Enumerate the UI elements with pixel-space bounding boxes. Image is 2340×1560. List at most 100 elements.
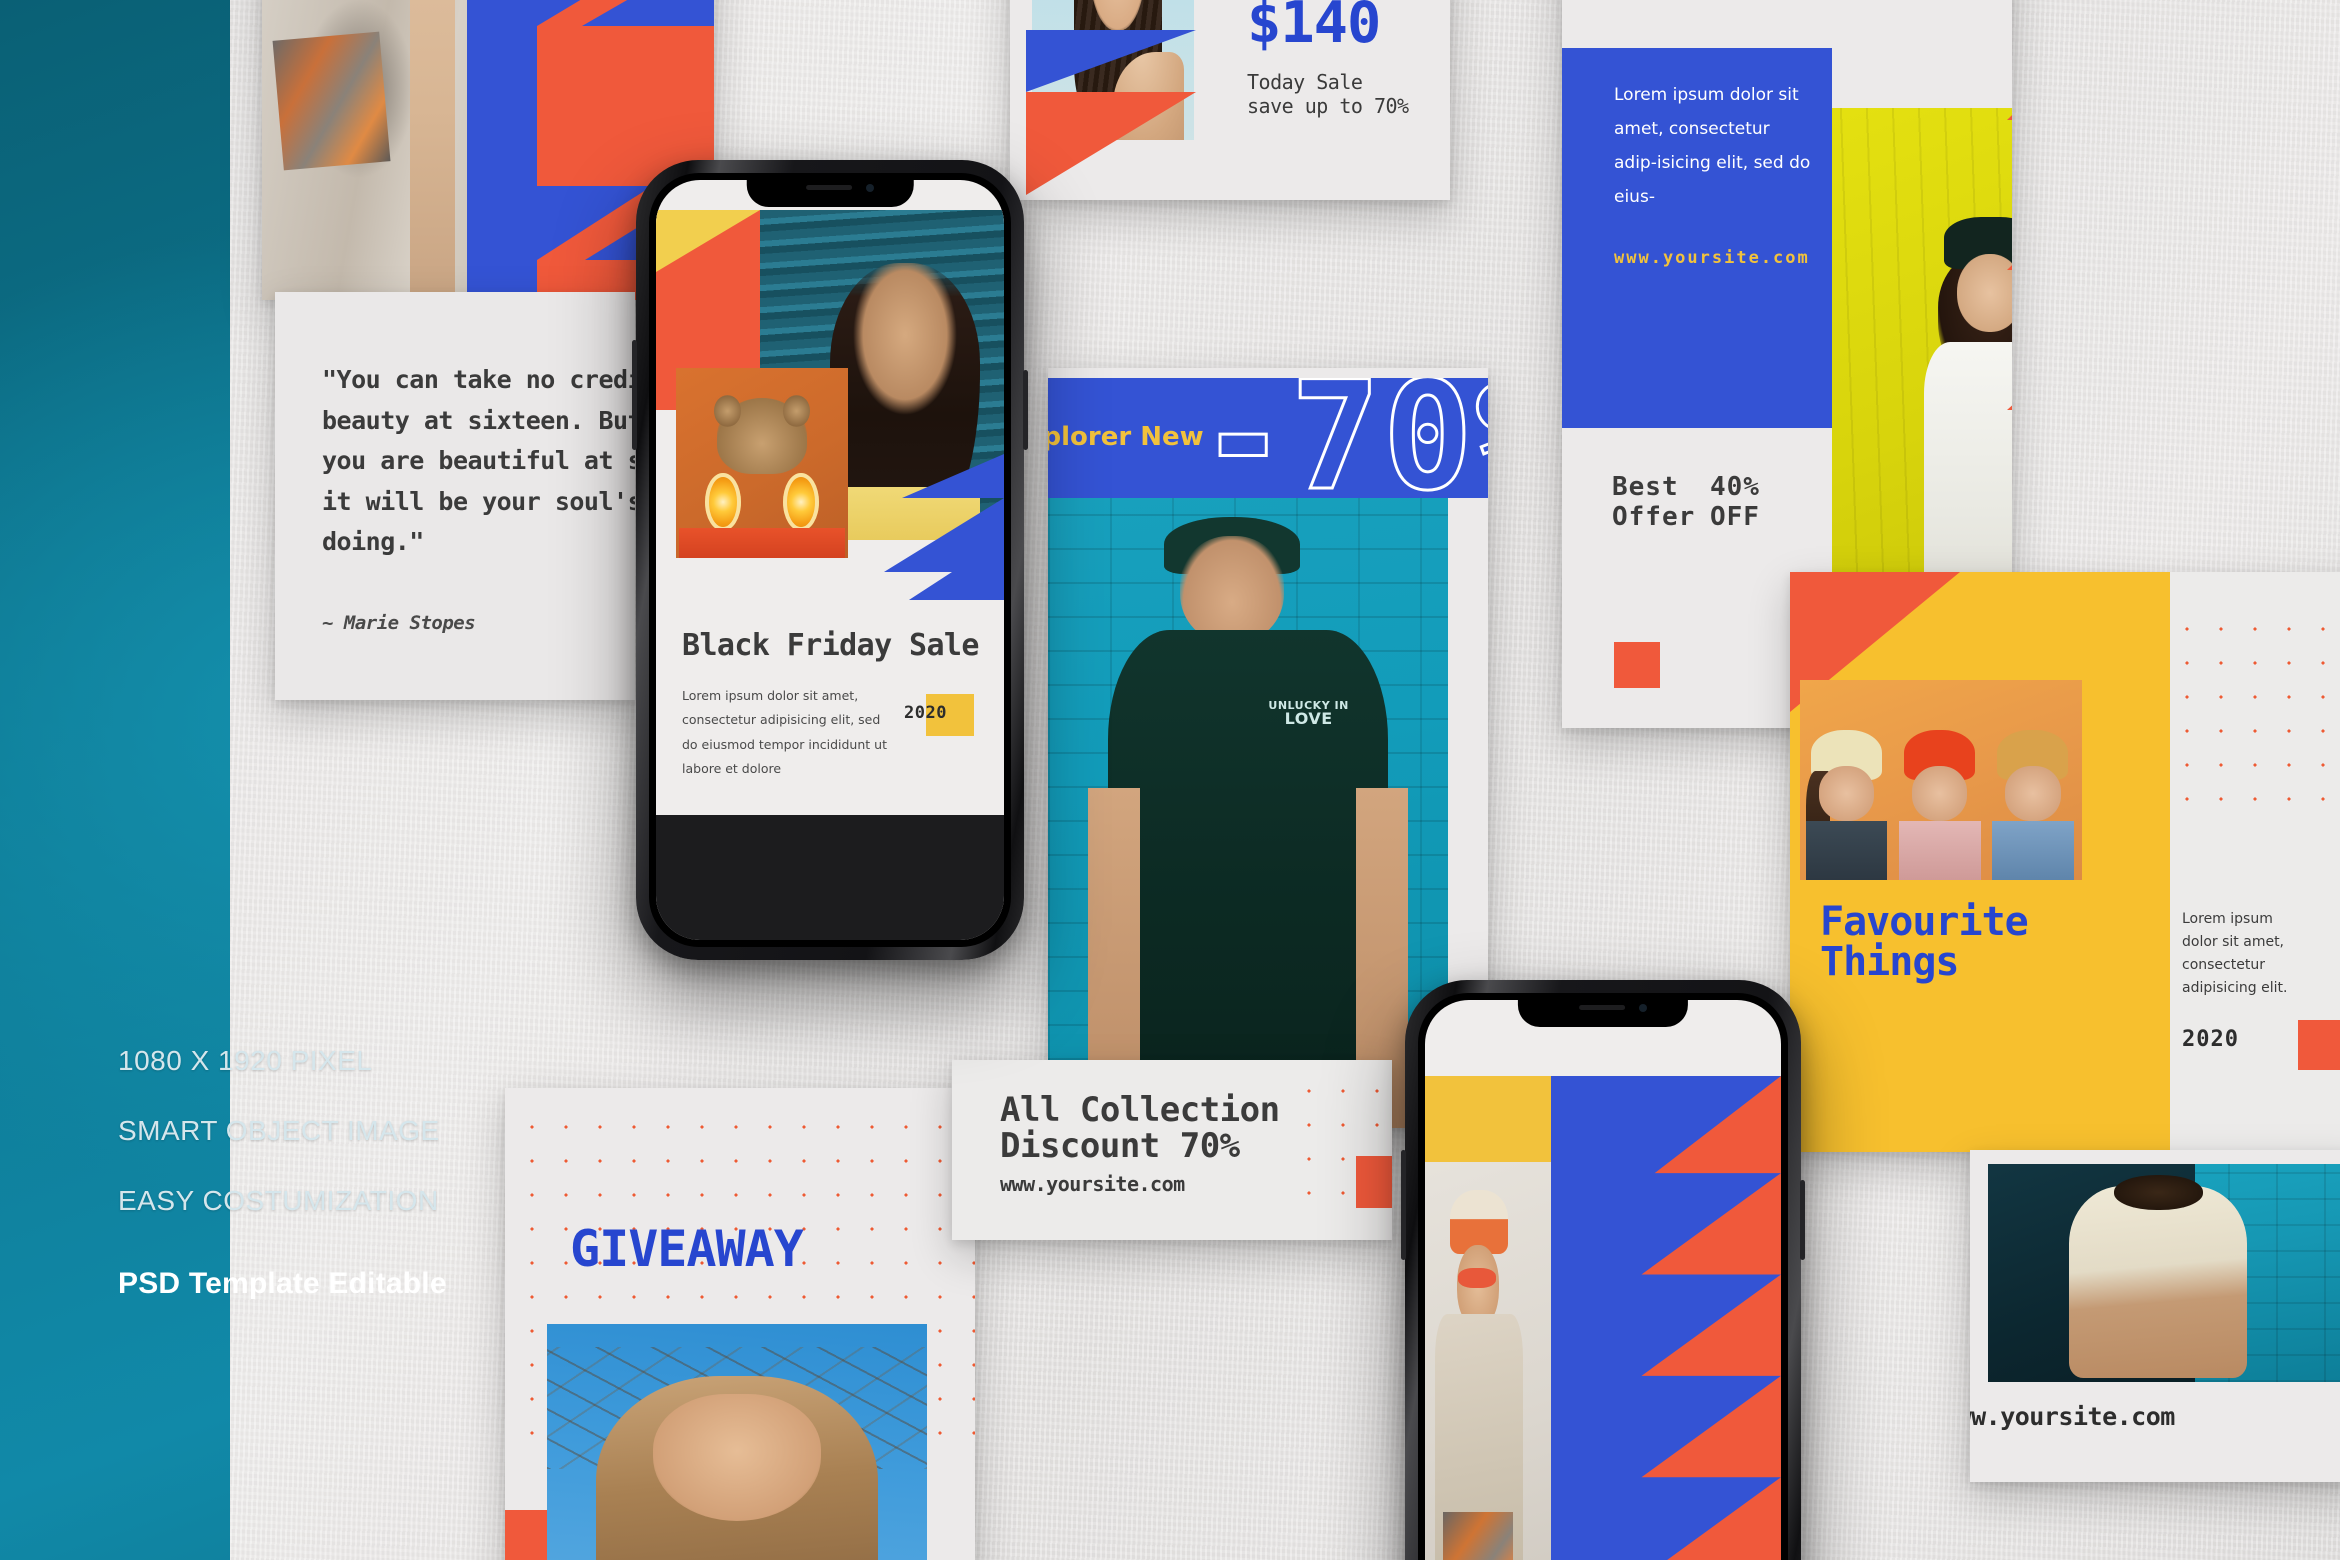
- dot-pattern-favourite-card: [2170, 612, 2340, 812]
- story-bottom-fill: [656, 815, 1004, 940]
- offer-discount-label-2: OFF: [1710, 502, 1760, 532]
- phone-notch: [746, 173, 914, 207]
- phone-power-button[interactable]: [1800, 1180, 1805, 1260]
- photo-detail-orange-slice-right: [782, 472, 819, 532]
- photo-detail-bag: [1442, 1511, 1514, 1560]
- price-value: $140: [1247, 0, 1381, 56]
- orange-square-collection: [1356, 1156, 1392, 1208]
- zigzag-graphic-phone-screen: [1551, 1076, 1781, 1560]
- story-artwork-black-friday: [656, 210, 1004, 600]
- favourite-year: 2020: [2182, 1027, 2239, 1052]
- photo-detail-friend-2: [1893, 724, 1986, 880]
- explorer-header-band: Explorer New -70%: [1048, 378, 1488, 498]
- photo-coat-man: [262, 0, 467, 300]
- photo-man-with-hat: [1425, 1162, 1551, 1560]
- phone-speaker: [806, 185, 853, 190]
- photo-teal-door-woman: [1988, 1164, 2340, 1382]
- photo-brick-teal-man: UNLUCKY IN LOVE: [1048, 498, 1448, 1128]
- tshirt-graphic-text: UNLUCKY IN LOVE: [1268, 700, 1348, 727]
- photo-detail-face: [1818, 766, 1875, 821]
- story-headline: Black Friday Sale: [682, 628, 979, 663]
- phone-volume-buttons[interactable]: [1401, 1150, 1406, 1260]
- photo-detail-bun-right: [782, 394, 811, 427]
- info-line-smart-object: SMART OBJECT IMAGE: [118, 1115, 440, 1146]
- price-subline-2: save up to 70%: [1247, 94, 1409, 118]
- quote-text: "You can take no credit for beauty at si…: [322, 365, 635, 556]
- photo-detail-face: [653, 1393, 821, 1522]
- story-year-badge: 2020: [904, 703, 947, 723]
- photo-detail-tshirt: UNLUCKY IN LOVE: [1108, 630, 1388, 1128]
- offer-lorem-text: Lorem ipsum dolor sit amet, consectetur …: [1614, 85, 1811, 207]
- phone-speaker: [1579, 1005, 1626, 1010]
- phone-volume-buttons[interactable]: [632, 340, 637, 450]
- photo-detail-body: [1898, 820, 1981, 880]
- photo-detail-orange-slice-left: [705, 472, 742, 532]
- yellow-block-screen: [1425, 1076, 1551, 1162]
- collection-website-link[interactable]: www.yoursite.com: [1000, 1172, 1185, 1196]
- blue-zigzag-accent: [884, 454, 1004, 600]
- tee-logo-line-2: LOVE: [1284, 708, 1333, 728]
- favourite-title-line-1: Favourite: [1820, 899, 2029, 945]
- orange-square-accent: [1614, 642, 1660, 688]
- orange-bar-giveaway: [505, 1510, 547, 1560]
- phone-notch: [1517, 993, 1689, 1027]
- favourite-title: Favourite Things: [1820, 899, 2029, 985]
- explorer-discount: -70%: [1196, 378, 1488, 498]
- card-favourite[interactable]: Favourite Things Lorem ipsum dolor sit a…: [1790, 572, 2340, 1152]
- giveaway-title: GIVEAWAY: [570, 1220, 804, 1278]
- photo-detail-friend-3: [1986, 724, 2079, 880]
- quote-author: ~ Marie Stopes: [322, 612, 476, 634]
- favourite-lorem: Lorem ipsum dolor sit amet, consectetur …: [2182, 911, 2288, 997]
- photo-detail-red-sweater: [679, 527, 845, 558]
- orange-zigzag-offer-card: [2007, 115, 2012, 410]
- favourite-title-line-2: Things: [1820, 939, 1959, 985]
- photo-detail-face: [2004, 766, 2061, 821]
- card-all-collection[interactable]: All Collection Discount 70% www.yoursite…: [952, 1060, 1392, 1240]
- photo-detail-face: [1911, 766, 1968, 821]
- photo-detail-friend-1: [1800, 724, 1893, 880]
- best-offer-label-2: Offer: [1612, 502, 1696, 532]
- mockup-presentation-stage: "You can take no credit for beauty at si…: [0, 0, 2340, 1560]
- card-quote[interactable]: "You can take no credit for beauty at si…: [275, 292, 635, 700]
- story-caption-block: Black Friday Sale Lorem ipsum dolor sit …: [656, 600, 1004, 815]
- explorer-label: Explorer New: [1048, 422, 1204, 452]
- info-line-pixel: 1080 X 1920 PIXEL: [118, 1045, 373, 1076]
- photo-detail-body: [1805, 820, 1888, 880]
- bottom-website-link[interactable]: www.yoursite.com: [1970, 1402, 2175, 1431]
- photo-detail-body: [1991, 820, 2074, 880]
- photo-three-friends: [1800, 680, 2082, 880]
- card-giveaway[interactable]: GIVEAWAY: [505, 1088, 975, 1560]
- price-subline-1: Today Sale: [1247, 70, 1363, 94]
- card-price[interactable]: All Item Only $140 Today Sale save up to…: [1010, 0, 1450, 200]
- photo-orange-oranges-girl: [676, 368, 848, 558]
- story-body-text: Lorem ipsum dolor sit amet, consectetur …: [682, 688, 887, 777]
- photo-detail-head: [1180, 535, 1284, 643]
- phone-camera-icon: [866, 184, 874, 192]
- photo-sky-woman: [547, 1324, 927, 1560]
- phone-screen-zigzag[interactable]: [1425, 1000, 1781, 1560]
- phone-power-button[interactable]: [1023, 370, 1028, 450]
- phone-bezel: [1418, 993, 1788, 1560]
- phone-screen-black-friday[interactable]: Black Friday Sale Lorem ipsum dolor sit …: [656, 180, 1004, 940]
- info-footer-psd-editable: PSD Template Editable: [118, 1267, 447, 1300]
- orange-square-favourite: [2298, 1020, 2340, 1070]
- best-offer-label-1: Best: [1612, 472, 1679, 502]
- photo-detail-head: [2113, 1174, 2203, 1210]
- card-bottom-website[interactable]: www.yoursite.com: [1970, 1150, 2340, 1482]
- info-line-customization: EASY COSTUMIZATION: [118, 1185, 439, 1216]
- offer-website-link[interactable]: www.yoursite.com: [1614, 248, 1810, 268]
- photo-detail-bag: [272, 31, 391, 170]
- phone-mockup-black-friday[interactable]: Black Friday Sale Lorem ipsum dolor sit …: [632, 160, 1028, 960]
- triangle-accents-price-card: [1026, 30, 1196, 195]
- collection-title-line-2: Discount 70%: [1000, 1126, 1240, 1166]
- phone-camera-icon: [1639, 1004, 1647, 1012]
- info-panel: 1080 X 1920 PIXEL SMART OBJECT IMAGE EAS…: [118, 1045, 447, 1301]
- photo-detail-sunglasses: [1457, 1267, 1496, 1289]
- photo-detail-seated-figure: [2069, 1185, 2247, 1378]
- phone-bezel: Black Friday Sale Lorem ipsum dolor sit …: [649, 173, 1011, 947]
- photo-detail-arm: [409, 0, 455, 300]
- collection-title-line-1: All Collection: [1000, 1090, 1280, 1130]
- offer-discount-label-1: 40%: [1710, 472, 1760, 502]
- phone-mockup-zigzag[interactable]: [1401, 980, 1805, 1560]
- photo-detail-bun-left: [713, 394, 742, 427]
